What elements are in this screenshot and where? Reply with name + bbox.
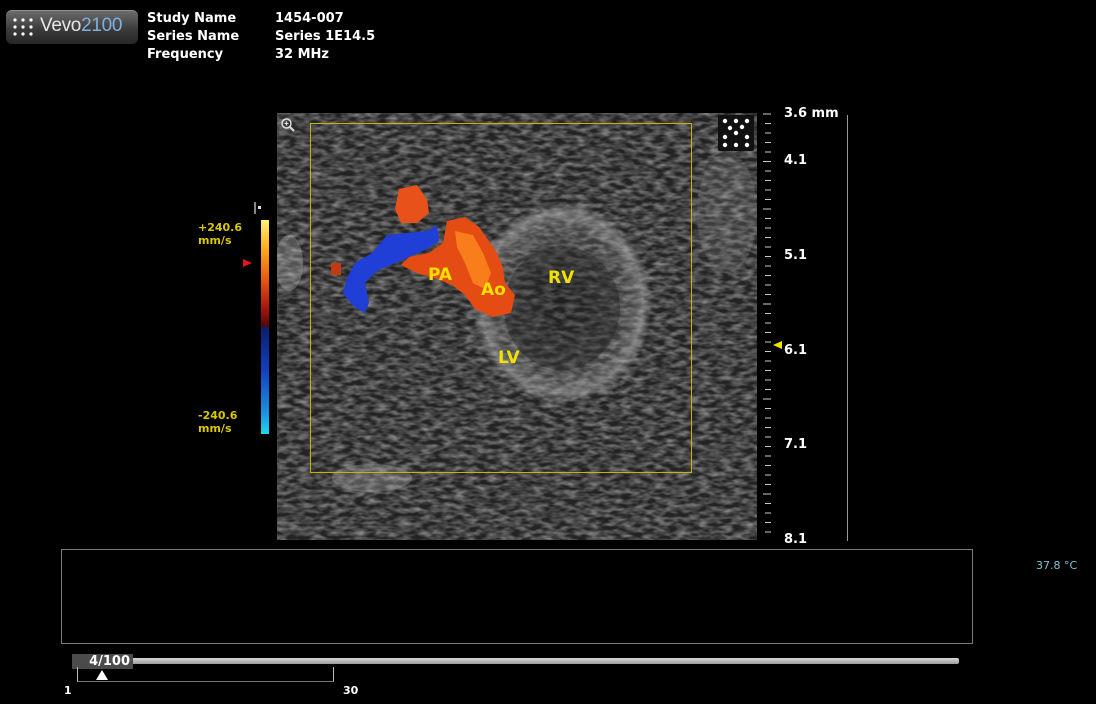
ruler-right-line bbox=[847, 115, 848, 541]
cine-playhead-icon[interactable] bbox=[96, 670, 108, 681]
frequency-label: Frequency bbox=[147, 47, 224, 62]
depth-label-top: 3.6 mm bbox=[784, 106, 839, 121]
scale-min-unit: mm/s bbox=[198, 422, 232, 435]
scale-max-unit: mm/s bbox=[198, 234, 232, 247]
depth-label-7-1: 7.1 bbox=[784, 437, 808, 452]
series-name-label: Series Name bbox=[147, 29, 240, 44]
depth-label-4-1: 4.1 bbox=[784, 153, 808, 168]
scale-max-value: +240.6 bbox=[198, 221, 243, 234]
zoom-icon[interactable] bbox=[280, 117, 296, 133]
study-name-label: Study Name bbox=[147, 11, 237, 26]
dots-icon bbox=[722, 118, 750, 148]
trace-panel[interactable] bbox=[61, 549, 973, 644]
annotation-ao[interactable]: Ao bbox=[481, 280, 506, 300]
frame-progress-track[interactable] bbox=[72, 658, 959, 664]
depth-label-6-1: 6.1 bbox=[784, 343, 808, 358]
study-name-row: Study Name 1454-007 bbox=[147, 10, 375, 28]
depth-ruler-ticks bbox=[763, 113, 771, 533]
scale-min-value: -240.6 bbox=[198, 409, 238, 422]
study-info-panel: Study Name 1454-007 Series Name Series 1… bbox=[147, 10, 375, 64]
logo-model-text: 2100 bbox=[81, 15, 123, 36]
focus-marker-icon[interactable] bbox=[773, 341, 783, 351]
transducer-mode-button[interactable] bbox=[718, 115, 754, 151]
series-name-row: Series Name Series 1E14.5 bbox=[147, 28, 375, 46]
annotation-lv[interactable]: LV bbox=[498, 348, 520, 368]
cine-start-label: 1 bbox=[64, 684, 72, 697]
depth-label-5-1: 5.1 bbox=[784, 248, 808, 263]
annotation-rv[interactable]: RV bbox=[548, 268, 574, 288]
scale-baseline-arrow-icon[interactable] bbox=[243, 258, 253, 268]
logo-dots-icon bbox=[13, 18, 33, 36]
vevo-logo: Vevo2100 bbox=[6, 10, 138, 44]
velocity-scale-positive bbox=[261, 220, 269, 327]
cine-end-label: 30 bbox=[343, 684, 359, 697]
scale-max-label: +240.6 mm/s bbox=[198, 221, 242, 247]
logo-wordmark: Vevo2100 bbox=[40, 15, 122, 37]
frequency-row: Frequency 32 MHz bbox=[147, 46, 375, 64]
series-name-value: Series 1E14.5 bbox=[275, 29, 376, 44]
study-name-value: 1454-007 bbox=[275, 11, 344, 26]
scale-min-label: -240.6 mm/s bbox=[198, 409, 237, 435]
frequency-value: 32 MHz bbox=[275, 47, 329, 62]
cine-loop-range[interactable] bbox=[77, 667, 334, 682]
annotation-pa[interactable]: PA bbox=[428, 265, 452, 285]
temperature-readout: 37.8 °C bbox=[1036, 559, 1078, 572]
depth-label-8-1: 8.1 bbox=[784, 532, 808, 547]
logo-brand-text: Vevo bbox=[40, 15, 82, 36]
scale-baseline-marker-icon bbox=[254, 199, 264, 214]
velocity-scale-negative bbox=[261, 327, 269, 434]
